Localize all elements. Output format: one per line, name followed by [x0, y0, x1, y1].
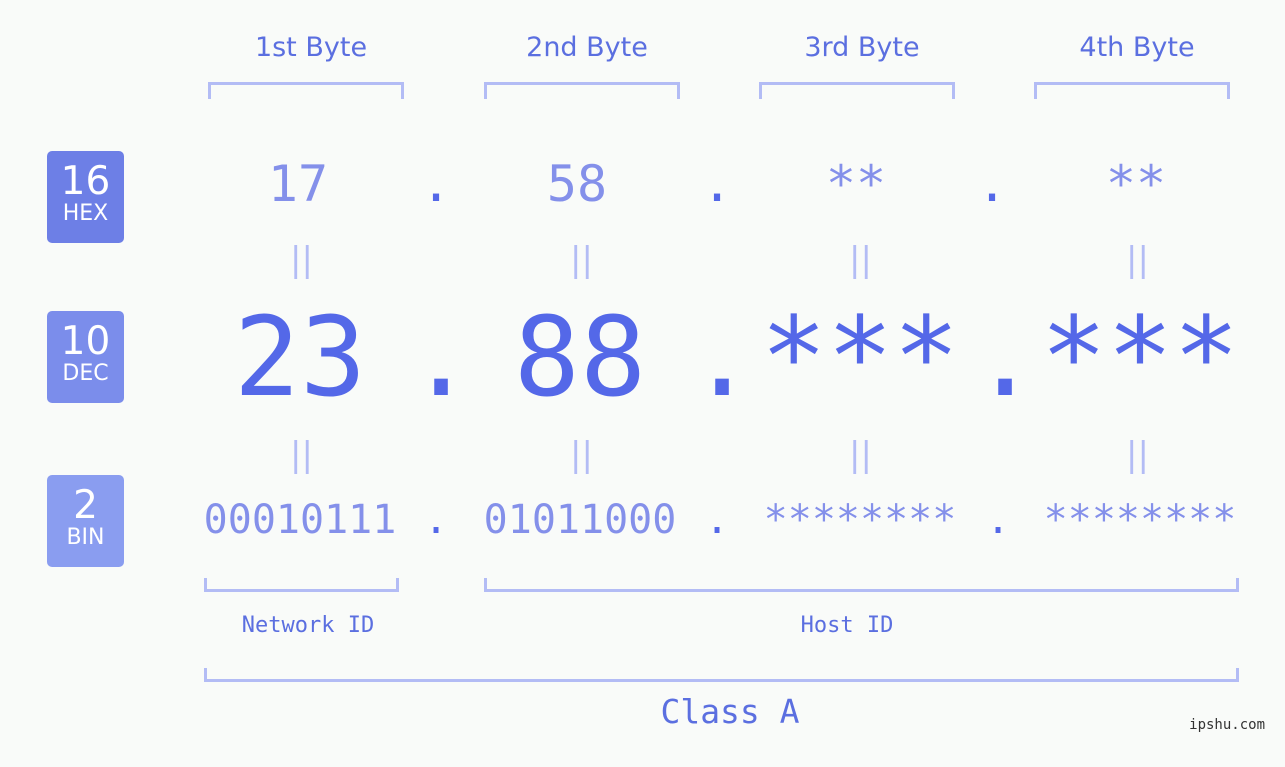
bin-value-4: ********: [1043, 497, 1237, 543]
equals-icon: ||: [849, 435, 872, 475]
hex-separator-2: .: [702, 155, 733, 213]
hex-value-3: **: [825, 155, 887, 213]
equals-icon: ||: [1126, 240, 1149, 280]
dec-badge: 10 DEC: [47, 311, 124, 403]
equals-icon: ||: [570, 435, 593, 475]
bin-value-2: 01011000: [483, 497, 677, 543]
bin-separator-3: .: [985, 497, 1011, 543]
byte-label-1: 1st Byte: [254, 32, 368, 63]
host-id-label: Host ID: [800, 613, 894, 638]
equals-icon: ||: [849, 240, 872, 280]
hex-badge: 16 HEX: [47, 151, 124, 243]
hex-separator-3: .: [977, 155, 1008, 213]
watermark: ipshu.com: [1189, 717, 1265, 733]
hex-badge-label: HEX: [62, 201, 109, 226]
byte-bracket-2: [484, 82, 680, 99]
byte-label-4: 4th Byte: [1079, 32, 1195, 63]
bin-value-1: 00010111: [203, 497, 397, 543]
dec-value-1: 23: [233, 293, 367, 421]
hex-badge-number: 16: [60, 159, 111, 204]
hex-separator-1: .: [421, 155, 452, 213]
equals-icon: ||: [1126, 435, 1149, 475]
bin-badge-number: 2: [73, 483, 98, 528]
equals-icon: ||: [290, 435, 313, 475]
dec-value-2: 88: [513, 293, 647, 421]
byte-label-2: 2nd Byte: [526, 32, 648, 63]
byte-bracket-1: [208, 82, 404, 99]
network-id-label: Network ID: [241, 613, 375, 638]
network-id-bracket: [204, 578, 399, 592]
byte-bracket-4: [1034, 82, 1230, 99]
host-id-bracket: [484, 578, 1239, 592]
bin-separator-2: .: [704, 497, 730, 543]
bin-badge-label: BIN: [66, 525, 105, 550]
dec-value-4: ***: [1040, 293, 1240, 421]
bin-badge: 2 BIN: [47, 475, 124, 567]
bin-value-3: ********: [763, 497, 957, 543]
dec-badge-label: DEC: [62, 361, 109, 386]
byte-label-3: 3rd Byte: [804, 32, 920, 63]
dec-value-3: ***: [760, 293, 960, 421]
dec-badge-number: 10: [60, 319, 111, 364]
byte-bracket-3: [759, 82, 955, 99]
hex-value-2: 58: [546, 155, 608, 213]
hex-value-1: 17: [267, 155, 329, 213]
hex-value-4: **: [1105, 155, 1167, 213]
equals-icon: ||: [290, 240, 313, 280]
bin-separator-1: .: [423, 497, 449, 543]
equals-icon: ||: [570, 240, 593, 280]
class-bracket: [204, 668, 1239, 682]
class-label: Class A: [660, 692, 800, 731]
